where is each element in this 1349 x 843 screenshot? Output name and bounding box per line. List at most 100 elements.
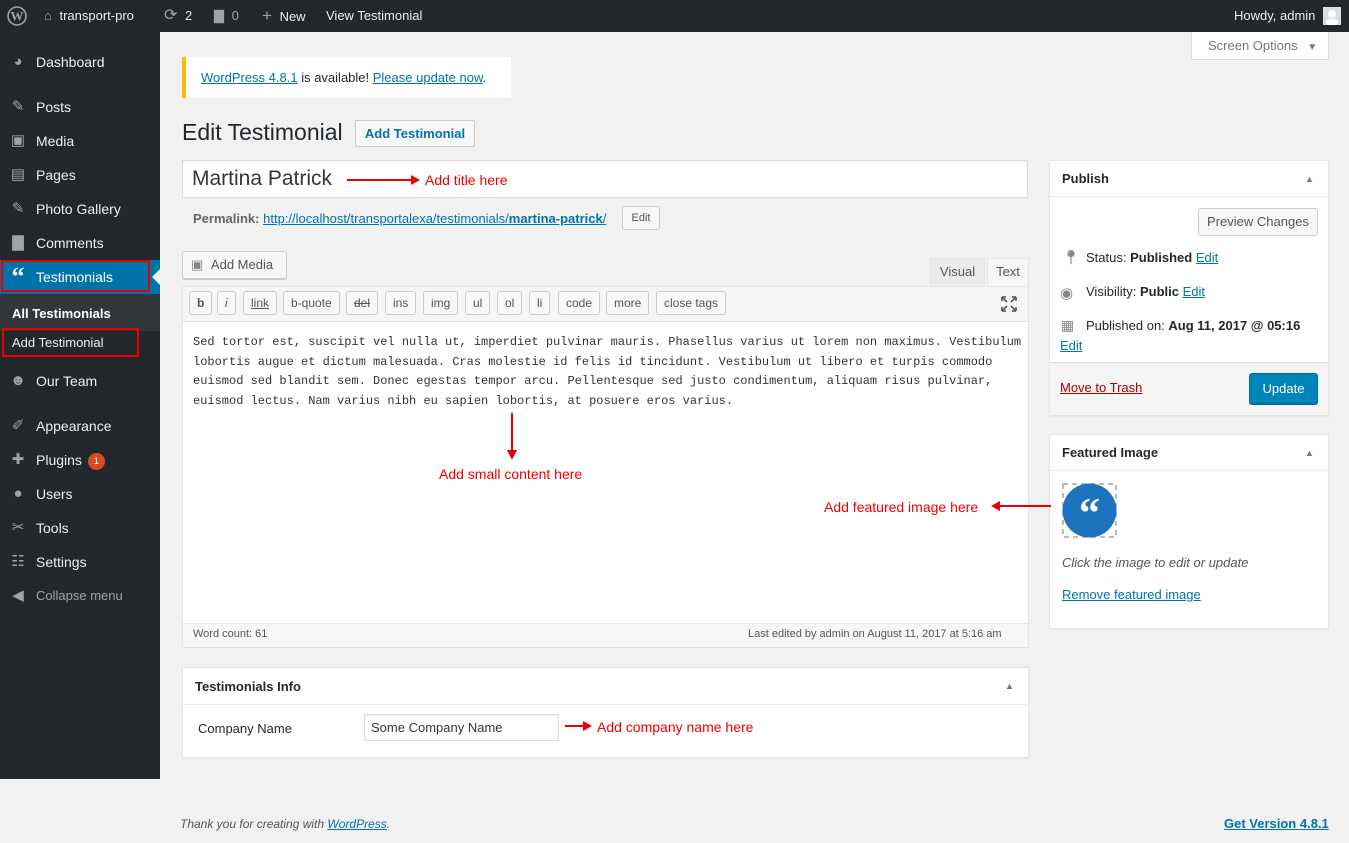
comment-icon: ▇ xyxy=(12,234,24,251)
permalink-base: http://localhost/transportalexa/testimon… xyxy=(263,211,509,226)
move-to-trash-link[interactable]: Move to Trash xyxy=(1060,380,1142,395)
published-on-row: Published on: Aug 11, 2017 @ 05:16 xyxy=(1086,318,1300,333)
wordpress-version-link[interactable]: WordPress 4.8.1 xyxy=(201,70,298,85)
sidebar-item-settings[interactable]: ☷ Settings xyxy=(0,545,160,579)
content-line: euismod sed blandit sem. Donec egestas t… xyxy=(193,374,993,388)
collapse-icon[interactable]: ▲ xyxy=(1305,174,1314,184)
sidebar-item-comments[interactable]: ▇ Comments xyxy=(0,226,160,260)
submenu-all-testimonials[interactable]: All Testimonials xyxy=(12,306,111,321)
sidebar-item-label: Comments xyxy=(36,235,104,251)
visibility-edit-link[interactable]: Edit xyxy=(1183,284,1205,299)
post-title-input[interactable]: Martina Patrick xyxy=(182,160,1028,198)
sidebar-item-label: Dashboard xyxy=(36,54,105,70)
sidebar-item-pages[interactable]: ▤ Pages xyxy=(0,158,160,192)
team-icon: ☻ xyxy=(10,372,26,389)
screen-options-button[interactable]: Screen Options ▼ xyxy=(1191,32,1329,60)
current-menu-pointer xyxy=(152,269,160,285)
wordpress-logo-icon[interactable]: W xyxy=(7,0,27,32)
new-content-menu[interactable]: + New xyxy=(262,0,306,32)
svg-text:“: “ xyxy=(1079,491,1100,537)
highlight-box xyxy=(1,260,150,292)
screen-options-label: Screen Options xyxy=(1208,38,1298,53)
qt-del-button[interactable]: del xyxy=(346,291,379,315)
sidebar-item-media[interactable]: ▣ Media xyxy=(0,124,160,158)
published-edit-link[interactable]: Edit xyxy=(1060,338,1082,353)
word-count: Word count: 61 xyxy=(193,628,268,640)
company-name-input[interactable]: Some Company Name xyxy=(364,714,559,741)
content-line: euismod lectus. Nam varius nibh eu sapie… xyxy=(193,393,734,408)
qt-bquote-button[interactable]: b-quote xyxy=(283,291,340,315)
published-value: Aug 11, 2017 @ 05:16 xyxy=(1168,318,1301,333)
qt-more-button[interactable]: more xyxy=(606,291,650,315)
qt-ins-button[interactable]: ins xyxy=(385,291,417,315)
qt-code-button[interactable]: code xyxy=(558,291,601,315)
qt-italic-button[interactable]: i xyxy=(217,291,236,315)
eye-icon: ◉ xyxy=(1060,285,1074,302)
collapse-icon[interactable]: ▲ xyxy=(1005,681,1014,691)
user-icon: ● xyxy=(13,485,23,502)
divider xyxy=(183,704,1028,705)
qt-ul-button[interactable]: ul xyxy=(465,291,491,315)
permalink-edit-button[interactable]: Edit xyxy=(622,206,660,230)
sidebar-item-dashboard[interactable]: ◕ Dashboard xyxy=(0,45,160,79)
qt-img-button[interactable]: img xyxy=(423,291,459,315)
sidebar-item-our-team[interactable]: ☻ Our Team xyxy=(0,364,160,398)
collapse-menu-button[interactable]: ◀ Collapse menu xyxy=(0,579,160,613)
sidebar-item-users[interactable]: ● Users xyxy=(0,477,160,511)
sidebar-item-photo-gallery[interactable]: ✎ Photo Gallery xyxy=(0,192,160,226)
preview-changes-button[interactable]: Preview Changes xyxy=(1198,208,1318,236)
tab-visual[interactable]: Visual xyxy=(930,258,985,285)
update-now-link[interactable]: Please update now xyxy=(373,70,483,85)
editor-textarea[interactable]: Sed tortor est, suscipit vel nulla ut, i… xyxy=(193,333,1023,411)
qt-link-button[interactable]: link xyxy=(243,291,278,315)
annotation-content: Add small content here xyxy=(439,466,583,482)
remove-featured-image-link[interactable]: Remove featured image xyxy=(1062,587,1201,602)
site-menu[interactable]: ⌂ transport-pro xyxy=(44,0,134,32)
comments-menu[interactable]: ▇ 0 xyxy=(214,0,239,32)
add-testimonial-button[interactable]: Add Testimonial xyxy=(355,120,475,147)
update-button[interactable]: Update xyxy=(1249,373,1318,404)
collapse-icon: ◀ xyxy=(12,587,24,604)
add-media-button[interactable]: ▣ Add Media xyxy=(182,251,287,279)
annotation-arrow xyxy=(511,413,513,451)
company-name-label: Company Name xyxy=(198,721,292,736)
plug-icon: ✚ xyxy=(11,451,25,468)
sidebar-item-label: Posts xyxy=(36,99,72,115)
permalink-slug: martina-patrick xyxy=(508,211,603,226)
site-name: transport-pro xyxy=(59,8,134,23)
get-version-link[interactable]: Get Version 4.8.1 xyxy=(1224,816,1329,831)
featured-image-hint: Click the image to edit or update xyxy=(1062,555,1249,570)
annotation-company: Add company name here xyxy=(597,719,754,735)
annotation-arrow xyxy=(999,505,1051,507)
qt-close-tags-button[interactable]: close tags xyxy=(656,291,727,315)
pin-icon: ✎ xyxy=(11,200,25,217)
qt-bold-button[interactable]: b xyxy=(189,291,213,315)
view-testimonial-link[interactable]: View Testimonial xyxy=(326,0,422,32)
home-icon: ⌂ xyxy=(44,8,52,23)
wrench-icon: ✂ xyxy=(11,519,25,536)
arrow-head xyxy=(583,721,592,731)
dashboard-icon: ◕ xyxy=(13,53,23,70)
sidebar-item-plugins[interactable]: ✚ Plugins 1 xyxy=(0,443,160,477)
featured-image-title: Featured Image xyxy=(1062,445,1159,460)
sidebar-item-tools[interactable]: ✂ Tools xyxy=(0,511,160,545)
collapse-icon[interactable]: ▲ xyxy=(1305,448,1314,458)
updates-menu[interactable]: ⟳ 2 xyxy=(164,0,192,32)
howdy-menu[interactable]: Howdy, admin xyxy=(1234,0,1315,32)
pin-icon: ✎ xyxy=(11,98,25,115)
tab-text[interactable]: Text xyxy=(987,258,1029,286)
permalink-link[interactable]: http://localhost/transportalexa/testimon… xyxy=(263,211,606,226)
notice-text: is available! xyxy=(297,70,373,85)
fullscreen-icon[interactable] xyxy=(999,294,1019,314)
qt-ol-button[interactable]: ol xyxy=(497,291,523,315)
comments-count: 0 xyxy=(231,8,239,23)
footer-wordpress-link[interactable]: WordPress xyxy=(327,817,386,831)
qt-li-button[interactable]: li xyxy=(529,291,551,315)
avatar[interactable] xyxy=(1323,7,1341,25)
featured-image-thumbnail[interactable]: “ xyxy=(1062,483,1117,538)
sidebar-item-appearance[interactable]: ✐ Appearance xyxy=(0,409,160,443)
add-media-label: Add Media xyxy=(210,257,274,272)
status-edit-link[interactable]: Edit xyxy=(1196,250,1218,265)
sidebar-item-posts[interactable]: ✎ Posts xyxy=(0,90,160,124)
sidebar-item-label: Plugins 1 xyxy=(36,443,105,477)
